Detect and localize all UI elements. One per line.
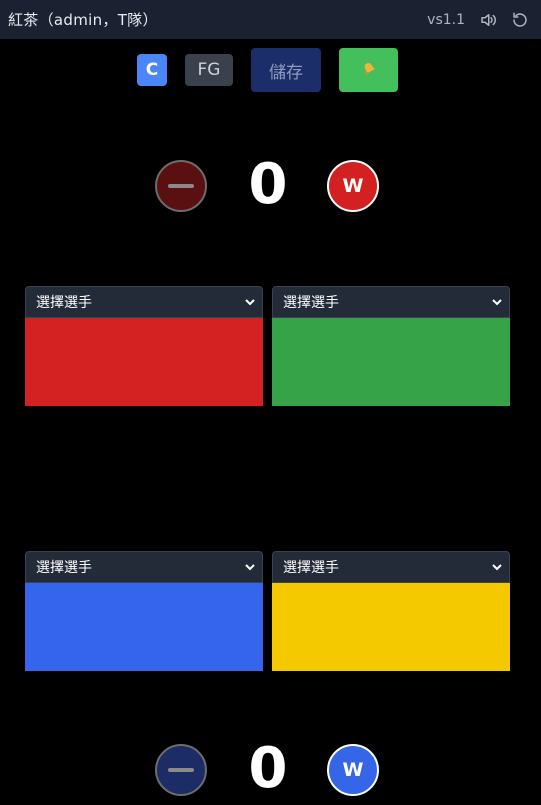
speaker-icon[interactable] [479, 11, 497, 29]
bell-icon [360, 59, 378, 81]
fg-button[interactable]: FG [185, 54, 233, 86]
bell-button[interactable] [339, 48, 398, 92]
top-minus-button[interactable] [155, 160, 207, 212]
player-select-3[interactable]: 選擇選手 [25, 551, 263, 583]
top-team-score-row: 0 W [0, 155, 541, 215]
player-panel-4: 選擇選手 [272, 551, 510, 671]
chevron-down-icon [492, 564, 502, 571]
player-select-1[interactable]: 選擇選手 [25, 286, 263, 318]
player-select-label: 選擇選手 [283, 295, 339, 311]
refresh-icon[interactable] [511, 11, 529, 29]
player-select-label: 選擇選手 [36, 295, 92, 311]
page-title: 紅茶（admin，T隊） [8, 11, 158, 29]
top-win-button[interactable]: W [327, 160, 379, 212]
version-label: vs1.1 [427, 11, 465, 28]
player-color-swatch-4[interactable] [272, 583, 510, 671]
player-select-label: 選擇選手 [36, 560, 92, 576]
player-color-swatch-1[interactable] [25, 318, 263, 406]
top-bar-actions: vs1.1 [427, 11, 529, 29]
player-select-2[interactable]: 選擇選手 [272, 286, 510, 318]
top-bar: 紅茶（admin，T隊） vs1.1 [0, 0, 541, 39]
save-button[interactable]: 儲存 [251, 48, 321, 92]
player-panel-3: 選擇選手 [25, 551, 263, 671]
c-button[interactable]: C [137, 54, 167, 86]
top-team-score: 0 [248, 152, 288, 217]
player-color-swatch-2[interactable] [272, 318, 510, 406]
bottom-minus-button[interactable] [155, 744, 207, 796]
player-panel-1: 選擇選手 [25, 286, 263, 406]
bottom-team-score-row: 0 W [0, 739, 541, 799]
minus-icon [168, 184, 194, 188]
minus-icon [168, 768, 194, 772]
chevron-down-icon [245, 299, 255, 306]
bottom-team-score: 0 [248, 736, 288, 801]
player-select-label: 選擇選手 [283, 560, 339, 576]
chevron-down-icon [492, 299, 502, 306]
player-panel-2: 選擇選手 [272, 286, 510, 406]
player-color-swatch-3[interactable] [25, 583, 263, 671]
bottom-win-button[interactable]: W [327, 744, 379, 796]
toolbar: C FG 儲存 [0, 48, 541, 92]
chevron-down-icon [245, 564, 255, 571]
player-select-4[interactable]: 選擇選手 [272, 551, 510, 583]
